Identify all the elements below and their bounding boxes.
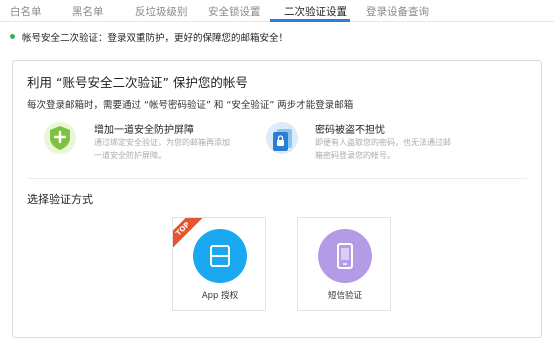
shield-plus-icon <box>44 122 76 154</box>
tab-spam-level[interactable]: 反垃圾级别 <box>135 4 188 19</box>
app-auth-icon <box>193 229 247 283</box>
status-dot-icon <box>10 34 15 39</box>
feature-2-title: 密码被盗不担忧 <box>315 125 385 136</box>
sms-verify-label: 短信验证 <box>327 291 362 301</box>
tab-security-lock[interactable]: 安全锁设置 <box>208 4 261 19</box>
two-step-panel: 利用 “账号安全二次验证” 保护您的帐号 每次登录邮箱时，需要通过 “帐号密码验… <box>12 60 542 338</box>
notice-bar: 帐号安全二次验证：登录双重防护，更好的保障您的邮箱安全！ <box>0 27 554 49</box>
phone-icon <box>318 229 372 283</box>
app-auth-label: App 授权 <box>201 291 239 301</box>
panel-title: 利用 “账号安全二次验证” 保护您的帐号 <box>27 75 248 90</box>
choose-method-title: 选择验证方式 <box>27 193 93 206</box>
panel-subtitle: 每次登录邮箱时，需要通过 “帐号密码验证” 和 “安全验证” 两步才能登录邮箱 <box>27 100 354 111</box>
tab-bar: 白名单 黑名单 反垃圾级别 安全锁设置 二次验证设置 登录设备查询 <box>0 0 554 22</box>
tab-login-devices[interactable]: 登录设备查询 <box>366 4 429 19</box>
tab-two-step-verification[interactable]: 二次验证设置 <box>284 4 347 19</box>
sms-verify-card[interactable]: 短信验证 <box>297 217 391 311</box>
tab-blacklist[interactable]: 黑名单 <box>72 4 104 19</box>
tab-whitelist[interactable]: 白名单 <box>10 4 42 19</box>
notice-text: 帐号安全二次验证：登录双重防护，更好的保障您的邮箱安全！ <box>22 33 289 44</box>
active-tab-indicator <box>270 19 350 22</box>
section-divider <box>27 178 527 179</box>
feature-1-title: 增加一道安全防护屏障 <box>94 125 194 136</box>
app-auth-card[interactable]: TOP App 授权 <box>172 217 266 311</box>
feature-1-desc: 通过绑定安全验证，为您的邮箱再添加一道安全防护屏障。 <box>94 138 230 160</box>
lock-document-icon <box>266 122 298 154</box>
feature-2-desc: 即便有人盗取您的密码，也无法通过邮箱密码登录您的帐号。 <box>315 138 451 160</box>
